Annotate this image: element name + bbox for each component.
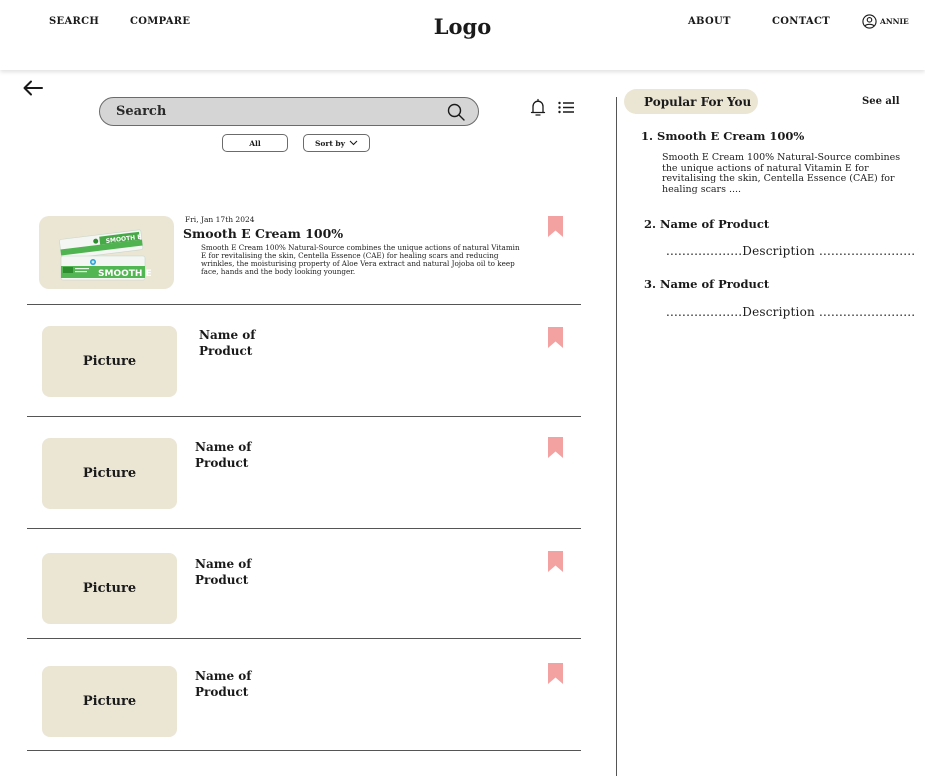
bookmark-icon[interactable] [548,437,563,458]
filter-all-label: All [249,138,261,148]
product-picture[interactable]: Picture [42,553,177,624]
picture-label: Picture [82,354,137,369]
product-name[interactable]: Name of Product [195,557,275,588]
bookmark-icon[interactable] [548,216,563,237]
list-icon[interactable] [558,101,575,114]
user-name: ANNIE [880,17,909,26]
bookmark-icon[interactable] [548,327,563,348]
popular-item-description: ...................Description .........… [666,305,916,319]
product-description: Smooth E Cream 100% Natural-Source combi… [201,243,520,277]
list-divider [27,750,581,751]
sort-by-label: Sort by [314,138,346,148]
product-name[interactable]: Name of Product [195,440,275,471]
product-name[interactable]: Name of Product [195,669,275,700]
picture-label: Picture [82,694,137,709]
list-divider [27,638,581,639]
popular-item-title[interactable]: 3. Name of Product [644,277,769,291]
product-picture[interactable]: Picture [42,438,177,509]
search-placeholder: Search [116,104,167,119]
sort-by-dropdown[interactable]: Sort by [303,134,370,152]
sidebar-divider [616,97,617,776]
search-icon[interactable] [446,102,466,122]
search-input[interactable]: Search [99,97,479,126]
list-divider [27,528,581,529]
picture-label: Picture [82,466,137,481]
see-all-link[interactable]: See all [862,96,900,107]
list-divider [27,304,581,305]
popular-item-description: ...................Description .........… [666,244,916,258]
popular-heading: Popular For You [624,89,758,114]
product-date: Fri, Jan 17th 2024 [185,215,255,224]
product-name[interactable]: Name of Product [199,328,279,359]
picture-label: Picture [82,581,137,596]
top-navbar: SEARCH COMPARE Logo ABOUT CONTACT ANNIE [0,0,925,70]
bookmark-icon[interactable] [548,551,563,572]
bell-icon[interactable] [529,98,547,118]
popular-heading-text: Popular For You [644,94,752,109]
user-circle-icon [862,14,877,29]
product-image[interactable]: SMOOTH E SMOOTH E [39,216,174,289]
popular-item-description: Smooth E Cream 100% Natural-Source combi… [662,152,901,196]
product-picture[interactable]: Picture [42,326,177,397]
nav-contact-link[interactable]: CONTACT [772,16,830,27]
product-picture[interactable]: Picture [42,666,177,737]
user-menu[interactable]: ANNIE [862,14,909,29]
arrow-left-icon[interactable] [22,79,44,97]
popular-item-title[interactable]: 1. Smooth E Cream 100% [641,129,804,143]
list-divider [27,416,581,417]
popular-item-title[interactable]: 2. Name of Product [644,217,769,231]
chevron-down-icon [349,140,358,146]
filter-all-button[interactable]: All [222,134,288,152]
product-title[interactable]: Smooth E Cream 100% [183,226,343,241]
bookmark-icon[interactable] [548,663,563,684]
product-image-brand: SMOOTH E [98,269,152,279]
nav-about-link[interactable]: ABOUT [688,16,731,27]
product-tube-image: SMOOTH E SMOOTH E [59,229,152,281]
